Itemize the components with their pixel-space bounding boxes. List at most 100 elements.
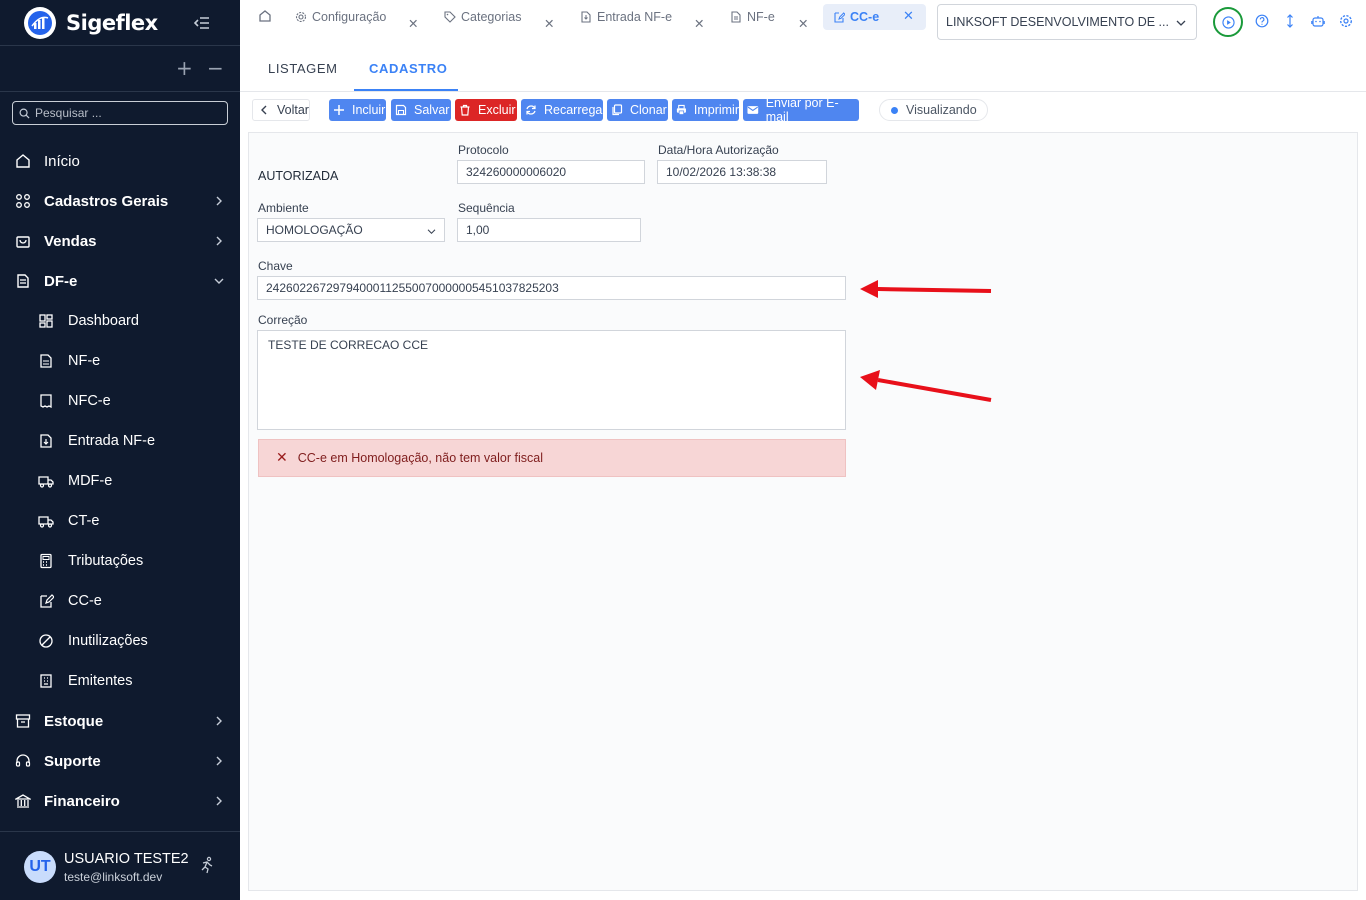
close-icon[interactable]: ✕ (903, 9, 914, 24)
homologation-alert: ✕ CC-e em Homologação, não tem valor fis… (258, 439, 846, 477)
protocolo-value: 324260000006020 (466, 165, 567, 179)
play-circle-icon (1221, 15, 1235, 29)
tab-label: Configuração (312, 10, 387, 24)
sidebar-nav: Início Cadastros Gerais Vendas DF-e Dash… (0, 141, 240, 821)
sidebar-item-tributacoes[interactable]: Tributações (0, 541, 240, 581)
sidebar-item-financeiro[interactable]: Financeiro (0, 781, 240, 821)
search-icon (19, 108, 30, 119)
tab-categorias[interactable]: Categorias (444, 4, 521, 30)
ambiente-label: Ambiente (258, 201, 309, 215)
chave-field[interactable]: 2426022672979400011255007000000545103782… (257, 276, 846, 300)
sidebar-item-cte[interactable]: CT-e (0, 501, 240, 541)
printer-icon (676, 104, 686, 115)
tab-listagem[interactable]: LISTAGEM (268, 61, 338, 76)
sidebar-item-nfe[interactable]: NF-e (0, 341, 240, 381)
settings-gear-icon[interactable] (1339, 14, 1353, 28)
tab-label: Entrada NF-e (597, 10, 673, 24)
tab-cce[interactable]: CC-e ✕ (823, 4, 926, 30)
close-icon[interactable]: ✕ (276, 450, 288, 466)
run-button[interactable] (1213, 7, 1243, 37)
reload-label: Recarrega (544, 103, 603, 117)
tab-nfe[interactable]: NF-e (730, 4, 775, 30)
tab-entrada-nfe[interactable]: Entrada NF-e (580, 4, 672, 30)
correcao-textarea[interactable]: TESTE DE CORRECAO CCE (257, 330, 846, 430)
sidebar-item-entrada-nfe[interactable]: Entrada NF-e (0, 421, 240, 461)
delete-label: Excluir (478, 103, 516, 117)
sidebar-item-label: Dashboard (68, 313, 139, 329)
protocolo-field[interactable]: 324260000006020 (457, 160, 645, 184)
annotation-arrow-correcao (860, 370, 992, 402)
tab-label: Categorias (461, 10, 522, 24)
collapse-sidebar-icon[interactable] (192, 13, 212, 33)
data-hora-field[interactable]: 10/02/2026 13:38:38 (657, 160, 827, 184)
user-name: USUARIO TESTE2 (64, 851, 189, 867)
sequencia-field[interactable]: 1,00 (457, 218, 641, 242)
include-button[interactable]: Incluir (329, 99, 386, 121)
expand-all-button[interactable]: + (176, 56, 193, 80)
sidebar-item-dashboard[interactable]: Dashboard (0, 301, 240, 341)
correcao-label: Correção (258, 313, 308, 327)
chevron-right-icon (216, 796, 222, 806)
print-button[interactable]: Imprimir (672, 99, 739, 121)
sidebar-item-label: Cadastros Gerais (44, 192, 169, 210)
clone-button[interactable]: Clonar (607, 99, 668, 121)
chave-value: 2426022672979400011255007000000545103782… (266, 281, 559, 295)
sidebar-item-label: Estoque (44, 712, 104, 730)
clone-label: Clonar (630, 103, 667, 117)
tab-configuracao[interactable]: Configuração (295, 4, 386, 30)
sort-vertical-icon[interactable] (1283, 14, 1297, 28)
sidebar-item-mdfe[interactable]: MDF-e (0, 461, 240, 501)
tag-icon (444, 11, 456, 23)
sidebar-item-label: NF-e (68, 353, 101, 369)
sidebar-item-inicio[interactable]: Início (0, 141, 240, 181)
save-button[interactable]: Salvar (391, 99, 451, 121)
document-icon (17, 274, 29, 288)
sidebar-item-vendas[interactable]: Vendas (0, 221, 240, 261)
sidebar-item-nfce[interactable]: NFC-e (0, 381, 240, 421)
close-icon[interactable]: ✕ (694, 10, 704, 36)
sidebar-item-estoque[interactable]: Estoque (0, 701, 240, 741)
chevron-left-icon (261, 105, 267, 115)
close-icon[interactable]: ✕ (408, 10, 418, 36)
chevron-right-icon (216, 236, 222, 246)
help-icon[interactable] (1255, 14, 1269, 28)
robot-icon[interactable] (1311, 14, 1325, 28)
ambiente-select[interactable]: HOMOLOGAÇÃO (257, 218, 445, 242)
search-input[interactable] (35, 106, 215, 120)
active-tab-indicator (354, 89, 458, 91)
send-email-button[interactable]: Enviar por E-mail (743, 96, 859, 124)
action-toolbar: Voltar Incluir Salvar Excluir Recarrega … (240, 92, 1366, 130)
sidebar-item-inutilizacoes[interactable]: Inutilizações (0, 621, 240, 661)
collapse-all-button[interactable]: − (207, 56, 224, 80)
chevron-down-icon (427, 229, 436, 234)
refresh-icon (526, 105, 536, 115)
logout-runner-icon[interactable] (198, 856, 216, 874)
sequencia-label: Sequência (458, 201, 515, 215)
sidebar-item-emitentes[interactable]: Emitentes (0, 661, 240, 701)
sidebar-item-cce[interactable]: CC-e (0, 581, 240, 621)
sidebar-item-label: CT-e (68, 513, 100, 529)
sidebar-item-label: Inutilizações (68, 633, 148, 649)
close-icon[interactable]: ✕ (798, 10, 808, 36)
home-tab-icon[interactable] (258, 9, 272, 23)
back-label: Voltar (277, 103, 309, 117)
back-button[interactable]: Voltar (252, 99, 310, 121)
sidebar-item-cadastros-gerais[interactable]: Cadastros Gerais (0, 181, 240, 221)
save-icon (395, 104, 407, 116)
close-icon[interactable]: ✕ (544, 10, 554, 36)
truck-icon (38, 476, 54, 488)
chevron-down-icon (1176, 20, 1186, 26)
file-icon (40, 354, 52, 368)
sidebar-item-suporte[interactable]: Suporte (0, 741, 240, 781)
form-panel: AUTORIZADA Protocolo 324260000006020 Dat… (248, 132, 1358, 891)
file-icon (731, 11, 741, 23)
sidebar-item-label: DF-e (44, 272, 78, 290)
delete-button[interactable]: Excluir (455, 99, 517, 121)
annotation-arrow-chave (860, 280, 992, 298)
home-icon (16, 154, 30, 168)
sidebar-item-dfe[interactable]: DF-e (0, 261, 240, 301)
tab-cadastro[interactable]: CADASTRO (369, 61, 447, 76)
reload-button[interactable]: Recarrega (521, 99, 603, 121)
company-select[interactable]: LINKSOFT DESENVOLVIMENTO DE ... (937, 4, 1197, 40)
avatar[interactable]: UT (24, 851, 56, 883)
